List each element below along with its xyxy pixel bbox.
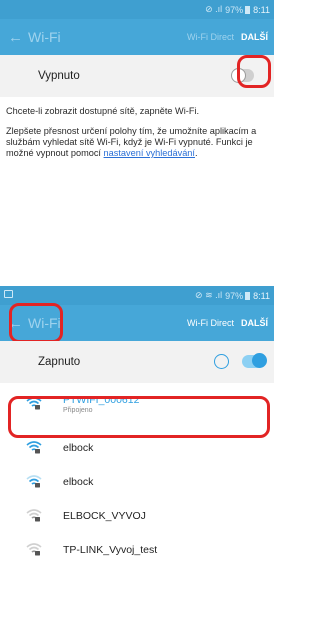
battery-percent: 97% (225, 290, 244, 301)
network-item[interactable]: elbock (0, 431, 274, 465)
network-item[interactable]: TP-LINK_Vyvoj_test (0, 533, 274, 567)
app-bar: ← Wi-Fi Wi-Fi Direct DALŠÍ (0, 19, 274, 55)
circle-icon[interactable] (214, 354, 229, 369)
network-item[interactable]: elbock (0, 465, 274, 499)
more-button[interactable]: DALŠÍ (241, 32, 268, 42)
wifi-toggle-row[interactable]: Vypnuto (0, 55, 274, 97)
wifi-toggle-row[interactable]: Zapnuto (0, 341, 274, 383)
wifi-direct-button[interactable]: Wi-Fi Direct (187, 318, 234, 328)
wifi-lock-icon (26, 441, 42, 454)
wifi-lock-icon (26, 509, 42, 522)
battery-icon (245, 5, 251, 14)
more-button[interactable]: DALŠÍ (241, 318, 268, 328)
back-arrow-icon[interactable]: ← (0, 29, 23, 46)
wifi-screen-on: ⊘ ≋ .ıl 97% 8:11 ← Wi-Fi Wi-Fi Direct DA… (0, 286, 274, 640)
toggle-switch-icon[interactable] (242, 353, 267, 368)
location-info-text: Zlepšete přesnost určení polohy tím, že … (0, 126, 274, 159)
location-info-end: . (194, 148, 198, 158)
status-time: 8:11 (253, 4, 270, 15)
wifi-lock-icon (26, 543, 42, 556)
notification-icon (4, 290, 13, 298)
battery-percent: 97% (225, 4, 244, 15)
signal-icon: ⊘ .ıl (205, 4, 223, 14)
network-item[interactable]: ELBOCK_VYVOJ (0, 499, 274, 533)
wifi-screen-off: ⊘ .ıl 97% 8:11 ← Wi-Fi Wi-Fi Direct DALŠ… (0, 0, 274, 280)
wifi-state-label: Vypnuto (38, 70, 80, 82)
hint-text: Chcete-li zobrazit dostupné sítě, zapnět… (6, 106, 200, 116)
network-name: elbock (63, 442, 94, 454)
signal-icon: ⊘ ≋ .ıl (195, 290, 223, 300)
network-name: elbock (63, 476, 94, 488)
network-name: ELBOCK_VYVOJ (63, 510, 146, 522)
wifi-lock-icon (26, 475, 42, 488)
wifi-direct-button[interactable]: Wi-Fi Direct (187, 32, 234, 42)
status-time: 8:11 (253, 290, 270, 301)
page-title: Wi-Fi (28, 29, 61, 45)
scan-settings-link[interactable]: nastavení vyhledávání (104, 148, 195, 158)
highlight-toggle (237, 55, 271, 88)
network-name: TP-LINK_Vyvoj_test (63, 544, 158, 556)
battery-icon (245, 291, 251, 300)
status-bar: ⊘ .ıl 97% 8:11 (0, 0, 274, 19)
wifi-state-label: Zapnuto (38, 356, 81, 368)
highlight-title (9, 303, 63, 343)
